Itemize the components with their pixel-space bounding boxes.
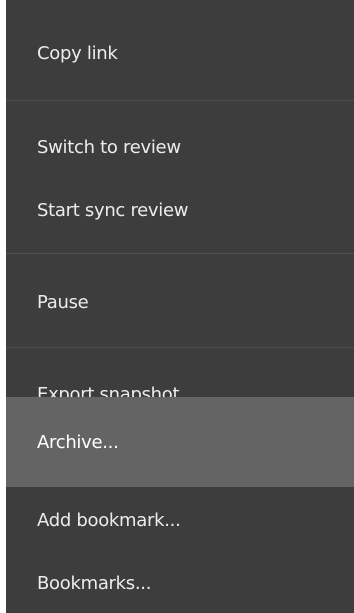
menu-separator (6, 253, 354, 254)
menu-item-copy-link[interactable]: Copy link (6, 30, 354, 76)
menu-item-switch-to-review[interactable]: Switch to review (6, 124, 354, 170)
menu-item-bookmarks[interactable]: Bookmarks... (6, 560, 354, 606)
menu-item-pause[interactable]: Pause (6, 279, 354, 325)
menu-item-archive[interactable]: Archive... (6, 397, 354, 487)
context-menu: Copy link Switch to review Start sync re… (6, 0, 354, 613)
menu-item-add-bookmark[interactable]: Add bookmark... (6, 497, 354, 543)
menu-item-start-sync-review[interactable]: Start sync review (6, 187, 354, 233)
menu-separator (6, 100, 354, 101)
menu-separator (6, 347, 354, 348)
